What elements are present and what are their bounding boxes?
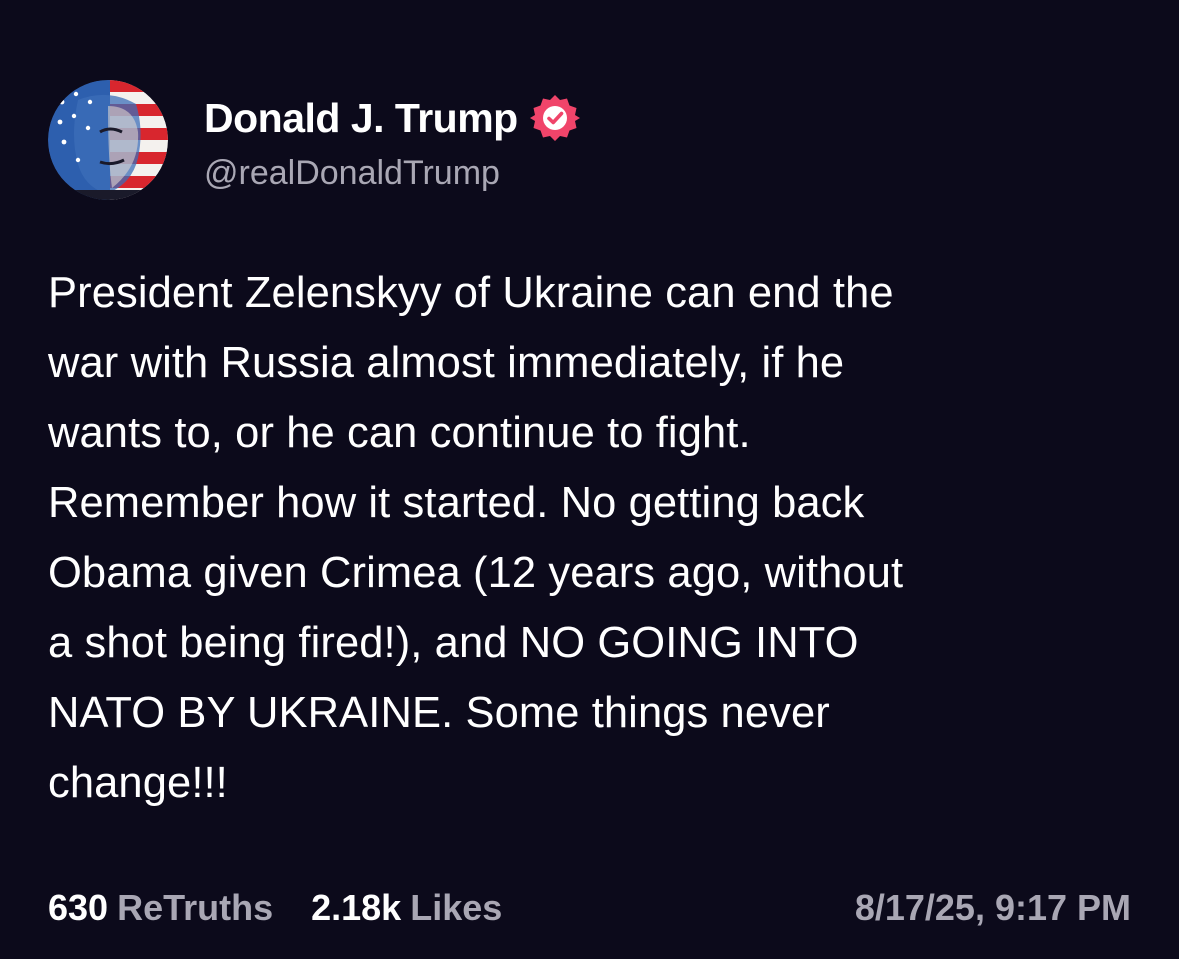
- post-footer: 630 ReTruths 2.18k Likes 8/17/25, 9:17 P…: [48, 884, 1131, 932]
- post-body-line: war with Russia almost immediately, if h…: [48, 339, 845, 387]
- likes-stat[interactable]: 2.18k Likes: [311, 887, 502, 929]
- verified-badge-icon: [529, 93, 580, 143]
- post-timestamp[interactable]: 8/17/25, 9:17 PM: [855, 887, 1131, 929]
- post-body-line: NATO BY UKRAINE. Some things never: [48, 689, 830, 737]
- retruths-count: 630: [48, 887, 109, 928]
- likes-count: 2.18k: [311, 887, 402, 928]
- post-card: Donald J. Trump @realDonaldTrump Preside…: [0, 0, 1179, 959]
- post-body-line: President Zelenskyy of Ukraine can end t…: [48, 269, 894, 317]
- post-body-line: a shot being fired!), and NO GOING INTO: [48, 619, 859, 667]
- author-name-row: Donald J. Trump: [204, 92, 580, 144]
- avatar-image: [48, 80, 168, 200]
- post-body-line: change!!!: [48, 759, 228, 807]
- avatar[interactable]: [48, 80, 168, 200]
- likes-label: Likes: [410, 887, 503, 928]
- post-body-line: Remember how it started. No getting back: [48, 479, 865, 527]
- post-body-line: Obama given Crimea (12 years ago, withou…: [48, 549, 904, 597]
- post-body-line: wants to, or he can continue to fight.: [48, 409, 751, 457]
- post-body: President Zelenskyy of Ukraine can end t…: [48, 258, 1138, 818]
- author-handle[interactable]: @realDonaldTrump: [204, 154, 500, 193]
- author-display-name[interactable]: Donald J. Trump: [204, 95, 518, 142]
- retruths-label: ReTruths: [117, 887, 274, 928]
- retruths-stat[interactable]: 630 ReTruths: [48, 887, 273, 929]
